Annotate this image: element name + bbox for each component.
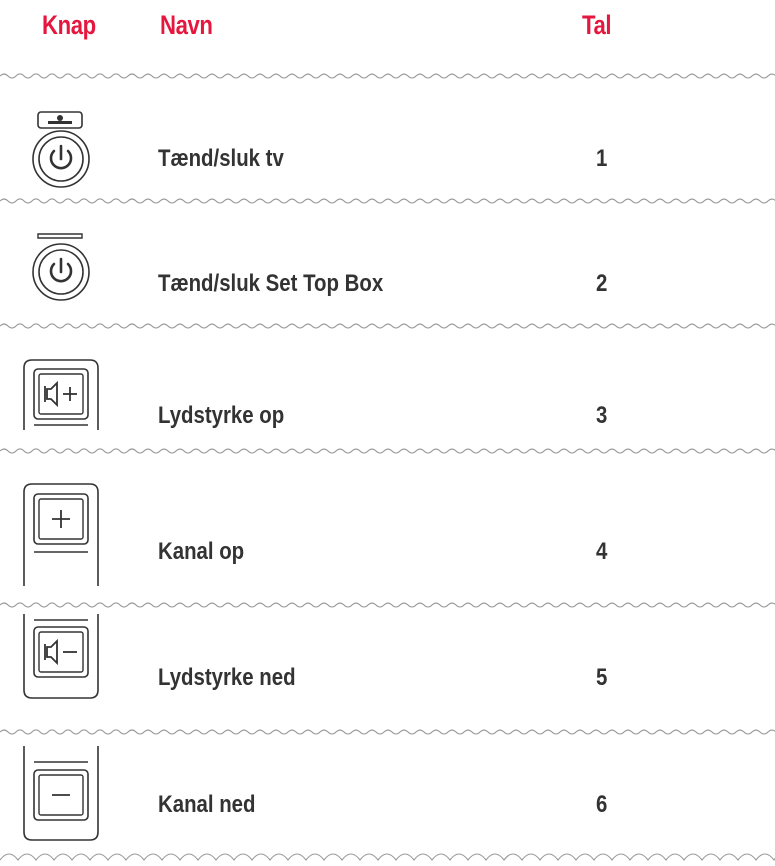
channel-up-button-icon bbox=[23, 483, 99, 586]
power-button-stb-icon bbox=[32, 233, 90, 301]
divider bbox=[0, 729, 775, 735]
row-name: Kanal op bbox=[158, 538, 245, 565]
divider bbox=[0, 73, 775, 79]
row-number: 5 bbox=[596, 664, 608, 691]
divider-bottom bbox=[0, 853, 775, 861]
header-navn: Navn bbox=[160, 10, 213, 40]
divider bbox=[0, 323, 775, 329]
row-name: Lydstyrke ned bbox=[158, 664, 296, 691]
row-number: 6 bbox=[596, 791, 608, 818]
row-name: Tænd/sluk tv bbox=[158, 145, 284, 172]
divider bbox=[0, 448, 775, 454]
row-name: Lydstyrke op bbox=[158, 402, 285, 429]
row-number: 3 bbox=[596, 402, 608, 429]
row-number: 4 bbox=[596, 538, 608, 565]
row-number: 1 bbox=[596, 145, 608, 172]
row-name: Tænd/sluk Set Top Box bbox=[158, 270, 384, 297]
power-button-tv-icon bbox=[32, 111, 90, 188]
volume-down-button-icon bbox=[23, 614, 99, 699]
channel-down-button-icon bbox=[23, 746, 99, 841]
row-number: 2 bbox=[596, 270, 608, 297]
row-name: Kanal ned bbox=[158, 791, 256, 818]
header-tal: Tal bbox=[582, 10, 612, 40]
volume-up-button-icon bbox=[23, 359, 99, 430]
divider bbox=[0, 602, 775, 608]
divider bbox=[0, 198, 775, 204]
header-knap: Knap bbox=[42, 10, 96, 40]
